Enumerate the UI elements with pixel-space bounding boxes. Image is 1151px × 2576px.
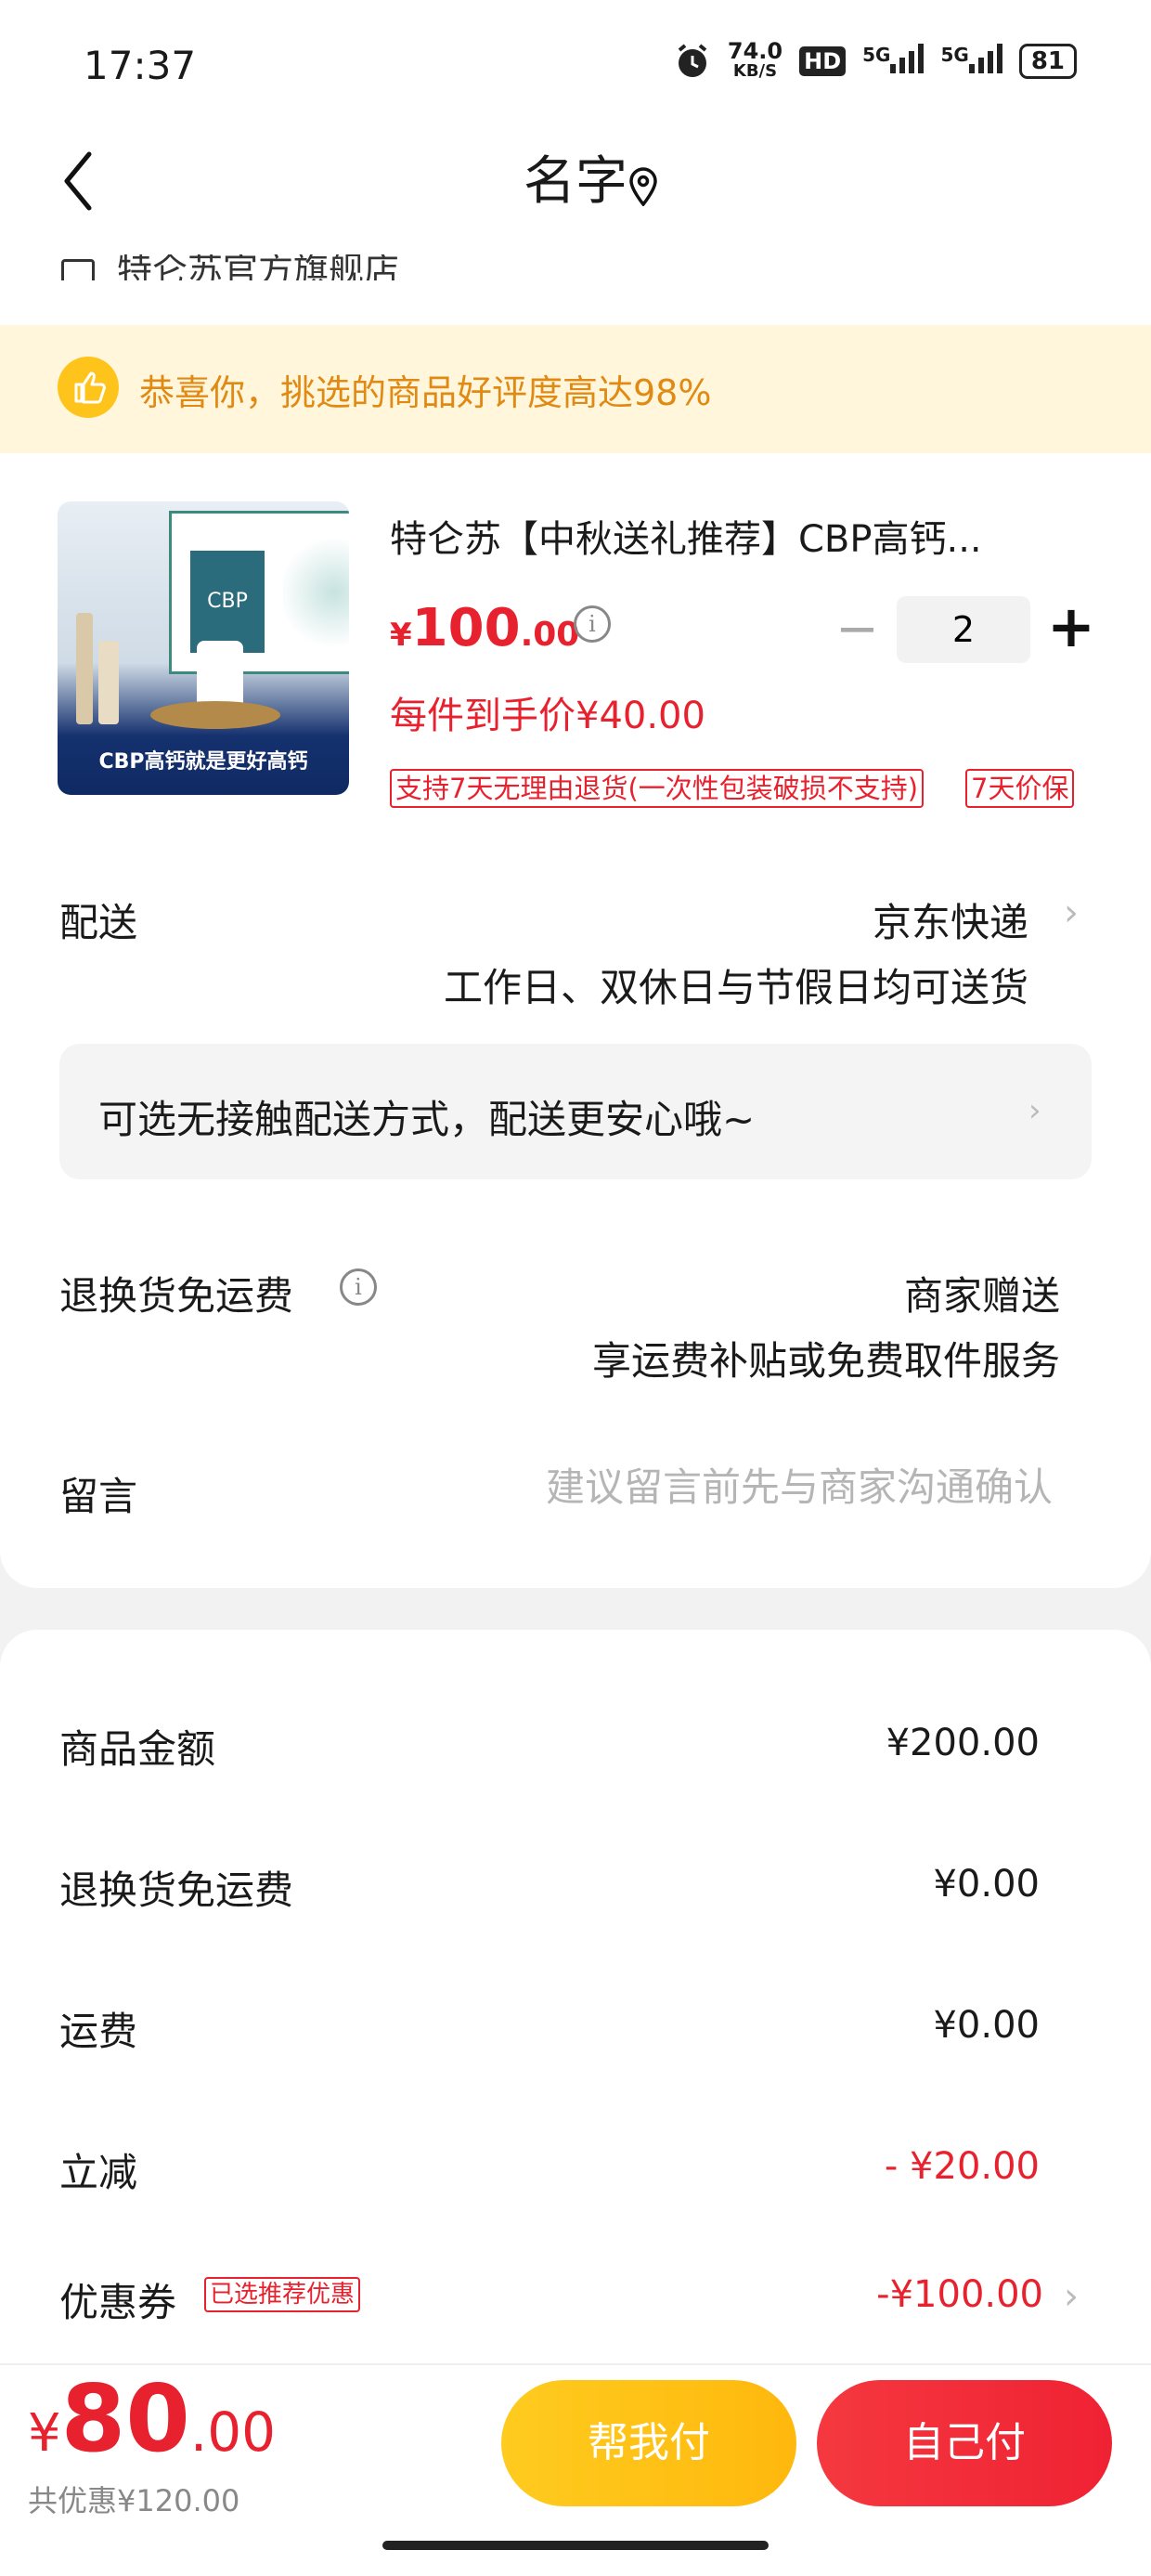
product-image[interactable]: CBP CBP高钙就是更好高钙 <box>58 501 349 795</box>
unit-price: 每件到手价¥40.00 <box>390 695 705 737</box>
tray-icon <box>150 701 280 729</box>
net-speed: 74.0 KB/S <box>727 38 783 81</box>
chevron-right-icon[interactable]: › <box>1064 891 1079 934</box>
alarm-icon <box>678 44 707 77</box>
chevron-right-icon[interactable]: › <box>1064 2275 1079 2318</box>
message-label: 留言 <box>59 1474 138 1519</box>
product-title[interactable]: 特仑苏【中秋送礼推荐】CBP高钙... <box>390 509 1058 563</box>
decor-candle-icon <box>76 613 93 724</box>
return-policy-tag: 支持7天无理由退货(一次性包装破损不支持) <box>390 769 925 808</box>
summary-return-label: 退换货免运费 <box>59 1867 294 1913</box>
product-price: ¥100.00 <box>390 598 580 658</box>
quantity-input[interactable] <box>897 596 1030 663</box>
pay-myself-button[interactable]: 自己付 <box>817 2380 1112 2506</box>
summary-return-value: ¥0.00 <box>933 1863 1040 1906</box>
return-shipping-info-icon[interactable]: i <box>340 1268 377 1306</box>
help-me-pay-button[interactable]: 帮我付 <box>501 2380 796 2506</box>
hd-icon: HD <box>799 46 847 76</box>
quantity-decrease-button[interactable]: − <box>835 604 879 656</box>
signal-5g-icon: 5G <box>862 44 925 79</box>
delivery-method[interactable]: 京东快递 <box>873 891 1077 948</box>
delivery-schedule: 工作日、双休日与节假日均可送货 <box>443 965 1028 1010</box>
summary-goods-value: ¥200.00 <box>886 1722 1040 1764</box>
total-saved: 共优惠¥120.00 <box>28 2483 240 2518</box>
location-pin-icon[interactable] <box>627 167 659 206</box>
summary-shipping-label: 运费 <box>59 2009 138 2054</box>
return-shipping-label: 退换货免运费 <box>59 1273 294 1319</box>
summary-shipping-value: ¥0.00 <box>933 2004 1040 2047</box>
price-protect-tag: 7天价保 <box>965 769 1075 808</box>
price-info-icon[interactable]: i <box>574 605 611 643</box>
summary-coupon-value[interactable]: -¥100.00 <box>876 2273 1043 2316</box>
home-indicator[interactable] <box>382 2541 769 2550</box>
page-title: 名字 <box>524 151 627 212</box>
contactless-delivery-text: 可选无接触配送方式，配送更安心哦~ <box>98 1097 756 1142</box>
message-input[interactable] <box>390 1458 1053 1516</box>
delivery-label: 配送 <box>59 900 138 945</box>
total-price: ¥80.00 <box>28 2364 277 2473</box>
product-image-caption: CBP高钙就是更好高钙 <box>98 750 308 774</box>
summary-discount-label: 立减 <box>59 2150 138 2195</box>
status-icons: 74.0 KB/S HD 5G 5G 81 <box>674 38 1077 82</box>
return-shipping-value: 商家赠送 <box>903 1273 1060 1319</box>
summary-goods-label: 商品金额 <box>59 1726 216 1772</box>
rating-banner-text: 恭喜你，挑选的商品好评度高达98% <box>139 372 712 413</box>
shop-icon <box>61 258 95 280</box>
thumbs-up-icon <box>58 357 119 418</box>
return-shipping-desc: 享运费补贴或免费取件服务 <box>591 1338 1060 1384</box>
chevron-right-icon[interactable]: › <box>1028 1092 1041 1129</box>
status-time: 17:37 <box>84 43 197 88</box>
summary-coupon-label: 优惠券 <box>59 2280 177 2325</box>
decor-candle-icon-2 <box>98 641 119 724</box>
battery-icon: 81 <box>1018 44 1077 79</box>
summary-discount-value: - ¥20.00 <box>884 2145 1040 2188</box>
quantity-increase-button[interactable]: + <box>1047 594 1095 659</box>
signal-5g-icon-2: 5G <box>940 44 1002 79</box>
coupon-recommended-tag: 已选推荐优惠 <box>204 2277 361 2312</box>
